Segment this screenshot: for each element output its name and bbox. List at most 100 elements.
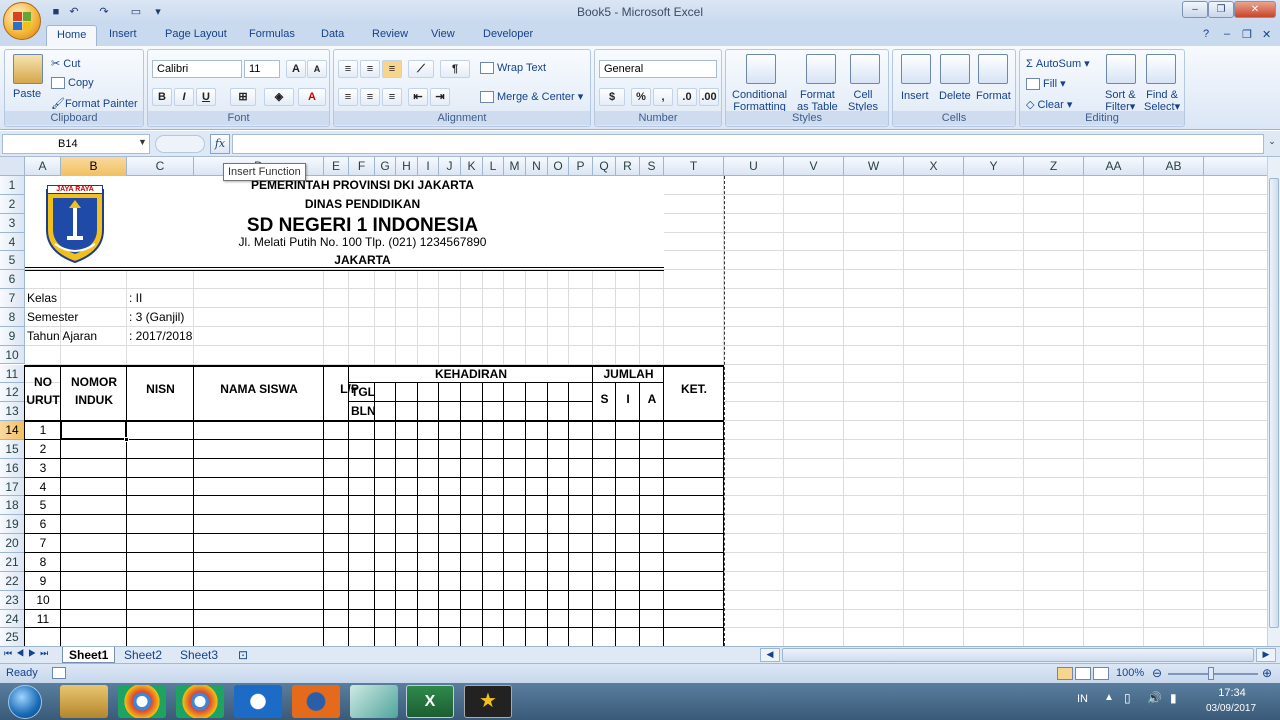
page-break-view-icon[interactable] bbox=[1093, 667, 1109, 680]
column-header[interactable]: O bbox=[548, 157, 569, 176]
undo-icon[interactable]: ↶ bbox=[66, 4, 82, 20]
hscroll-left[interactable]: ◀ bbox=[760, 648, 780, 662]
column-header[interactable]: L bbox=[483, 157, 504, 176]
column-header[interactable]: R bbox=[616, 157, 640, 176]
row-header[interactable]: 12 bbox=[0, 383, 25, 403]
tab-insert[interactable]: Insert bbox=[109, 28, 137, 40]
macro-record-icon[interactable] bbox=[52, 667, 66, 679]
column-header[interactable]: X bbox=[904, 157, 964, 176]
clock-date[interactable]: 03/09/2017 bbox=[1196, 703, 1266, 714]
column-header[interactable]: M bbox=[504, 157, 526, 176]
increase-indent-button[interactable]: ⇥ bbox=[430, 88, 450, 106]
row-header[interactable]: 10 bbox=[0, 345, 25, 365]
zoom-level[interactable]: 100% bbox=[1116, 667, 1144, 679]
column-header[interactable]: AB bbox=[1144, 157, 1204, 176]
format-painter-button[interactable]: 🖌Format Painter bbox=[51, 97, 138, 110]
row-header[interactable]: 25 bbox=[0, 628, 25, 646]
row-header[interactable]: 14 bbox=[0, 421, 25, 440]
start-button[interactable] bbox=[8, 685, 42, 719]
wrap-text-button[interactable]: Wrap Text bbox=[480, 62, 546, 75]
conditional-formatting-button[interactable]: Conditional Formatting bbox=[732, 89, 787, 113]
horizontal-scroll-thumb[interactable] bbox=[782, 648, 1254, 662]
decrease-indent-button[interactable]: ⇤ bbox=[408, 88, 428, 106]
grow-font-button[interactable]: A bbox=[286, 60, 306, 78]
font-size-combo[interactable]: 11 bbox=[244, 60, 280, 78]
column-header[interactable]: Q bbox=[593, 157, 616, 176]
zoom-out-button[interactable]: ⊖ bbox=[1152, 666, 1162, 680]
selected-cell[interactable] bbox=[60, 420, 127, 440]
increase-decimal-button[interactable]: .0 bbox=[677, 88, 697, 106]
hscroll-right[interactable]: ▶ bbox=[1256, 648, 1276, 662]
row-header[interactable]: 1 bbox=[0, 176, 25, 195]
clock-time[interactable]: 17:34 bbox=[1200, 687, 1264, 699]
redo-icon[interactable]: ↷ bbox=[96, 4, 112, 20]
row-header[interactable]: 22 bbox=[0, 571, 25, 591]
number-format-combo[interactable]: General bbox=[599, 60, 717, 78]
vertical-scrollbar[interactable] bbox=[1267, 157, 1280, 646]
tab-data[interactable]: Data bbox=[321, 28, 344, 40]
row-header[interactable]: 7 bbox=[0, 289, 25, 308]
sort-filter-button[interactable]: Sort & Filter▾ bbox=[1105, 89, 1136, 113]
column-header[interactable]: F bbox=[349, 157, 375, 176]
vertical-scroll-thumb[interactable] bbox=[1269, 178, 1279, 628]
paste-button[interactable]: Paste bbox=[13, 88, 41, 100]
row-header[interactable]: 5 bbox=[0, 251, 25, 271]
column-header[interactable]: J bbox=[439, 157, 461, 176]
row-header[interactable]: 9 bbox=[0, 326, 25, 346]
fill-button[interactable]: Fill ▾ bbox=[1026, 77, 1066, 91]
page-layout-view-icon[interactable] bbox=[1075, 667, 1091, 680]
row-header[interactable]: 11 bbox=[0, 364, 25, 384]
percent-button[interactable]: % bbox=[631, 88, 651, 106]
merge-center-button[interactable]: Merge & Center ▾ bbox=[480, 90, 583, 104]
fill-handle[interactable] bbox=[124, 436, 129, 442]
insert-cells-button[interactable]: Insert bbox=[901, 90, 929, 102]
align-top-button[interactable]: ≡ bbox=[338, 60, 358, 78]
workbook-close-icon[interactable]: ✕ bbox=[1262, 28, 1271, 41]
decrease-decimal-button[interactable]: .00 bbox=[699, 88, 719, 106]
column-header[interactable]: P bbox=[569, 157, 593, 176]
fill-color-button[interactable]: ◈ bbox=[264, 88, 294, 106]
comma-button[interactable]: , bbox=[653, 88, 673, 106]
column-header[interactable]: V bbox=[784, 157, 844, 176]
sheet-tab-2[interactable]: Sheet2 bbox=[118, 647, 168, 663]
row-header[interactable]: 23 bbox=[0, 590, 25, 610]
row-header[interactable]: 18 bbox=[0, 496, 25, 516]
help-icon[interactable]: ? bbox=[1203, 28, 1209, 40]
align-middle-button[interactable]: ≡ bbox=[360, 60, 380, 78]
align-bottom-button[interactable]: ≡ bbox=[382, 60, 402, 78]
chrome-taskbar-icon[interactable] bbox=[118, 685, 166, 718]
firefox-taskbar-icon[interactable] bbox=[292, 685, 340, 718]
explorer-taskbar-icon[interactable] bbox=[60, 685, 108, 718]
font-color-button[interactable]: A bbox=[298, 88, 326, 106]
sheet-nav-arrows[interactable]: ⏮◀▶⏭ bbox=[4, 648, 52, 659]
show-hidden-icons[interactable]: ▲ bbox=[1104, 692, 1114, 703]
worksheet-grid[interactable]: ABCDEFGHIJKLMNOPQRSTUVWXYZAAABAC 1234567… bbox=[0, 157, 1267, 646]
format-cells-button[interactable]: Format bbox=[976, 90, 1011, 102]
cell-styles-button[interactable]: Cell Styles bbox=[848, 89, 878, 113]
underline-button[interactable]: U bbox=[196, 88, 216, 106]
column-header[interactable]: I bbox=[418, 157, 439, 176]
teamviewer-taskbar-icon[interactable] bbox=[234, 685, 282, 718]
name-box[interactable]: B14 bbox=[2, 134, 150, 154]
save-icon[interactable]: ■ bbox=[48, 4, 64, 20]
tab-developer[interactable]: Developer bbox=[483, 28, 533, 40]
insert-sheet-icon[interactable]: ⊡ bbox=[232, 647, 254, 663]
tab-formulas[interactable]: Formulas bbox=[249, 28, 295, 40]
zoom-slider-handle[interactable] bbox=[1208, 667, 1214, 680]
borders-button[interactable]: ⊞ bbox=[230, 88, 256, 106]
column-header[interactable]: Z bbox=[1024, 157, 1084, 176]
column-header[interactable]: N bbox=[526, 157, 548, 176]
row-header[interactable]: 24 bbox=[0, 609, 25, 629]
delete-cells-button[interactable]: Delete bbox=[939, 90, 971, 102]
row-header[interactable]: 15 bbox=[0, 439, 25, 459]
row-header[interactable]: 19 bbox=[0, 515, 25, 535]
notebook-taskbar-icon[interactable] bbox=[350, 685, 398, 718]
usb-icon[interactable]: ▯ bbox=[1124, 691, 1131, 705]
office-button[interactable] bbox=[3, 2, 41, 40]
column-header[interactable]: W bbox=[844, 157, 904, 176]
row-header[interactable]: 13 bbox=[0, 402, 25, 422]
moviemaker-taskbar-icon[interactable]: ★ bbox=[464, 685, 512, 718]
align-left-button[interactable]: ≡ bbox=[338, 88, 358, 106]
ribbon-minimize-icon[interactable]: – bbox=[1224, 28, 1230, 40]
expand-formula-bar-icon[interactable]: ⌄ bbox=[1266, 136, 1278, 152]
